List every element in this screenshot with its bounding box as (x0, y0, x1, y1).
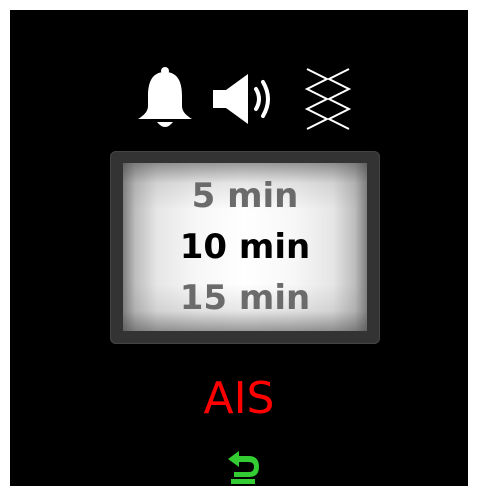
alert-mode-icons (10, 66, 468, 138)
vibrate-icon[interactable] (295, 66, 361, 132)
mode-label: AIS (203, 373, 275, 424)
bell-icon[interactable] (135, 66, 195, 132)
interval-picker[interactable]: 5 min 10 min 15 min (123, 163, 367, 331)
interval-picker-frame: 5 min 10 min 15 min (110, 151, 380, 344)
picker-option-next[interactable]: 15 min (123, 276, 367, 320)
back-arrow-icon[interactable] (223, 448, 263, 486)
picker-option-selected[interactable]: 10 min (123, 225, 367, 269)
device-screen: 5 min 10 min 15 min AIS (10, 10, 468, 486)
speaker-icon[interactable] (210, 66, 282, 132)
picker-option-previous[interactable]: 5 min (123, 174, 367, 218)
